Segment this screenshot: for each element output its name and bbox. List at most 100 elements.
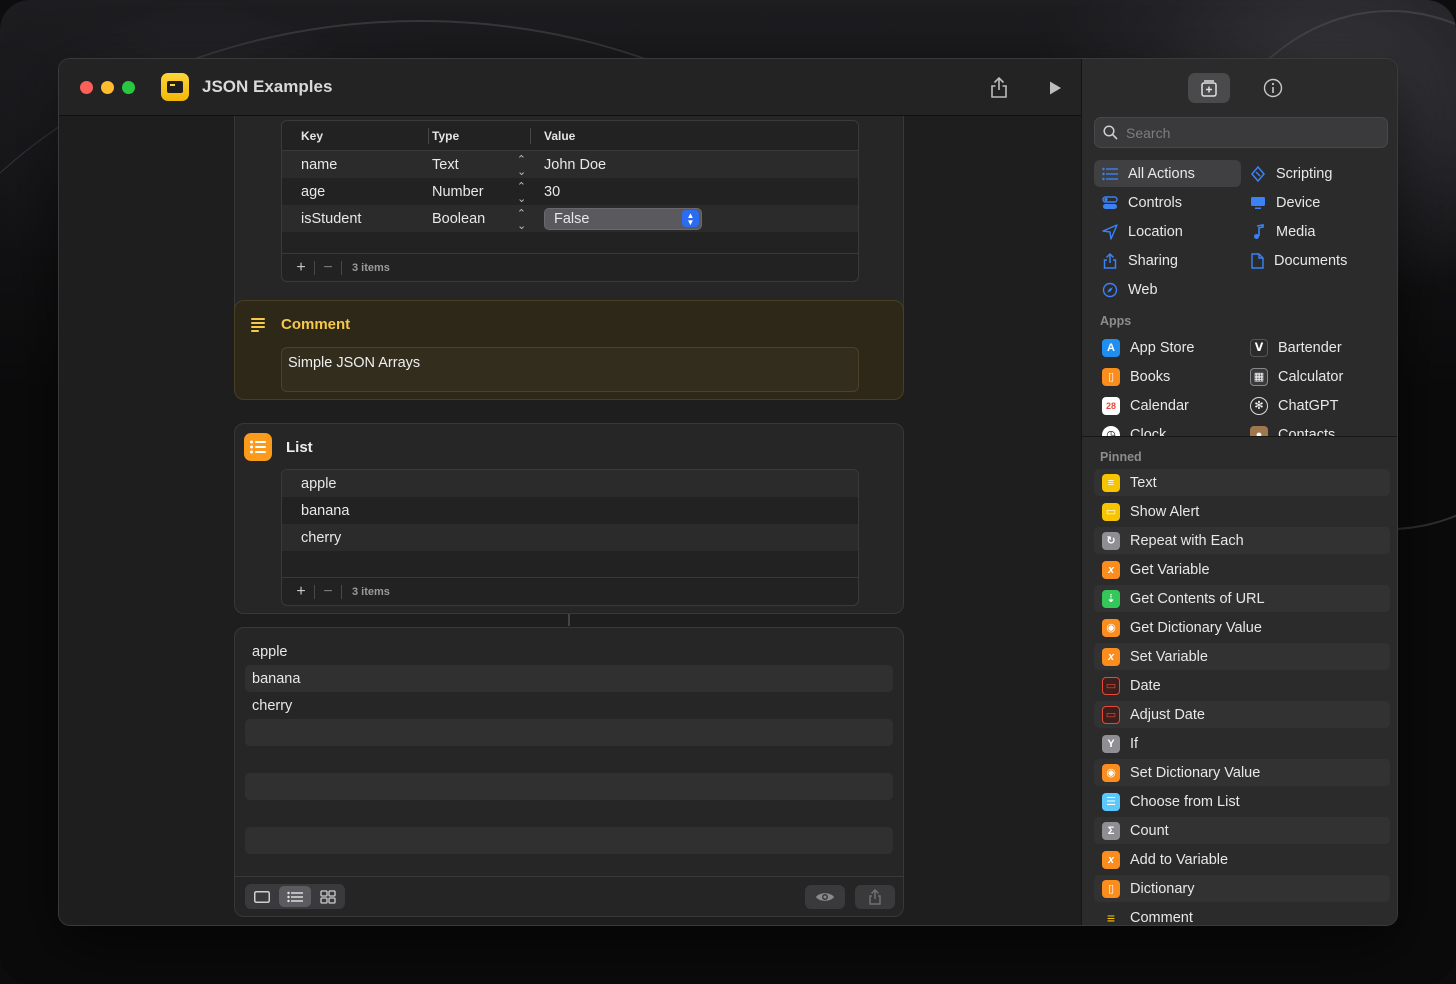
sidebar-tabs [1082, 59, 1397, 116]
app-label: Books [1130, 368, 1171, 385]
pinned-action-get-variable[interactable]: x Get Variable [1094, 556, 1390, 583]
app-item-app-store[interactable]: A App Store [1102, 334, 1195, 361]
output-item[interactable]: apple [245, 638, 893, 665]
column-header-key[interactable]: Key [282, 121, 432, 150]
grid-view-button[interactable] [313, 886, 344, 907]
row-value[interactable]: 30 [534, 184, 560, 200]
pinned-action-get-dictionary-value[interactable]: ◉ Get Dictionary Value [1094, 614, 1390, 641]
pinned-action-repeat-with-each[interactable]: ↻ Repeat with Each [1094, 527, 1390, 554]
pinned-action-set-dictionary-value[interactable]: ◉ Set Dictionary Value [1094, 759, 1390, 786]
category-device[interactable]: Device [1242, 189, 1320, 216]
category-label: Sharing [1128, 252, 1178, 269]
pinned-action-choose-from-list[interactable]: ☰ Choose from List [1094, 788, 1390, 815]
search-input[interactable] [1126, 124, 1376, 141]
variable-icon: x [1102, 850, 1120, 869]
app-item-books[interactable]: ▯ Books [1102, 363, 1170, 390]
app-item-contacts[interactable]: ● Contacts [1250, 421, 1335, 436]
list-item[interactable]: banana [282, 497, 858, 524]
category-media[interactable]: Media [1242, 218, 1316, 245]
app-item-bartender[interactable]: ᐯ Bartender [1250, 334, 1342, 361]
scripting-icon [1251, 165, 1265, 182]
pinned-action-add-to-variable[interactable]: x Add to Variable [1094, 846, 1390, 873]
row-key[interactable]: name [282, 157, 432, 173]
comment-action-card[interactable]: Comment Simple JSON Arrays [234, 300, 904, 400]
output-item[interactable]: banana [245, 665, 893, 692]
row-type-picker[interactable]: Number ⌃ ⌃ [432, 181, 534, 203]
add-item-button[interactable]: + [288, 583, 314, 601]
list-view-button[interactable] [279, 886, 311, 907]
table-row[interactable]: isStudent Boolean ⌃ ⌃ False ▲ ▼ [282, 205, 858, 232]
row-type-picker[interactable]: Text ⌃ ⌃ [432, 154, 534, 176]
pinned-action-dictionary[interactable]: ▯ Dictionary [1094, 875, 1390, 902]
category-controls[interactable]: Controls [1094, 189, 1182, 216]
table-row[interactable]: age Number ⌃ ⌃ 30 [282, 178, 858, 205]
search-field[interactable] [1094, 117, 1388, 148]
pinned-action-if[interactable]: Y If [1094, 730, 1390, 757]
monitor-icon [1251, 196, 1265, 209]
pinned-action-date[interactable]: ▭ Date [1094, 672, 1390, 699]
action-label: Get Variable [1130, 561, 1210, 578]
list-action-card[interactable]: List apple banana cherry + − 3 items [234, 423, 904, 614]
minimize-window-button[interactable] [101, 80, 114, 94]
dictionary-action-card: Key Type Value name Text ⌃⌃ John Doe ag [234, 109, 904, 327]
app-item-chatgpt[interactable]: ✻ ChatGPT [1250, 392, 1338, 419]
row-value[interactable]: John Doe [534, 157, 606, 173]
comment-icon: ≡ [1106, 909, 1116, 926]
output-toolbar [235, 876, 903, 916]
pinned-action-get-contents-of-url[interactable]: ⇣ Get Contents of URL [1094, 585, 1390, 612]
table-row[interactable]: name Text ⌃ ⌃ John Doe [282, 151, 858, 178]
grid-view-icon [320, 889, 336, 904]
action-library-tab[interactable] [1187, 72, 1230, 103]
action-label: Set Variable [1130, 648, 1208, 665]
remove-row-button[interactable]: − [315, 259, 341, 277]
app-label: Clock [1130, 426, 1167, 437]
pinned-action-comment[interactable]: ≡ Comment [1094, 904, 1390, 926]
category-label: All Actions [1128, 165, 1195, 182]
pinned-action-text[interactable]: ≡ Text [1094, 469, 1390, 496]
action-label: Get Dictionary Value [1130, 619, 1262, 636]
list-item[interactable]: cherry [282, 524, 858, 551]
row-type: Boolean [432, 210, 486, 227]
contacts-icon: ● [1250, 425, 1268, 436]
row-type-picker[interactable]: Boolean ⌃ ⌃ [432, 208, 534, 230]
category-location[interactable]: Location [1094, 218, 1183, 245]
category-sharing[interactable]: Sharing [1094, 247, 1178, 274]
share-output-button[interactable] [855, 885, 895, 909]
action-label: Set Dictionary Value [1130, 764, 1261, 781]
category-all-actions[interactable]: All Actions [1094, 160, 1241, 187]
single-view-button[interactable] [246, 886, 277, 907]
window-title[interactable]: JSON Examples [202, 77, 332, 97]
pinned-action-set-variable[interactable]: x Set Variable [1094, 643, 1390, 670]
pinned-action-count[interactable]: Σ Count [1094, 817, 1390, 844]
list-item[interactable]: apple [282, 470, 858, 497]
pinned-action-adjust-date[interactable]: ▭ Adjust Date [1094, 701, 1390, 728]
share-button[interactable] [987, 76, 1011, 100]
remove-item-button[interactable]: − [315, 583, 341, 601]
shortcut-details-tab[interactable] [1252, 73, 1294, 103]
column-header-type[interactable]: Type [428, 121, 534, 150]
shortcut-icon[interactable] [161, 73, 189, 101]
category-scripting[interactable]: Scripting [1242, 160, 1332, 187]
dictionary-icon: ◉ [1102, 763, 1120, 782]
category-web[interactable]: Web [1094, 276, 1158, 303]
add-row-button[interactable]: + [288, 259, 314, 277]
app-item-clock[interactable]: ◷ Clock [1102, 421, 1166, 436]
action-label: Count [1130, 822, 1169, 839]
quick-look-button[interactable] [805, 885, 845, 909]
app-item-calendar[interactable]: 28 Calendar [1102, 392, 1189, 419]
zoom-window-button[interactable] [122, 80, 135, 94]
run-button[interactable] [1043, 76, 1067, 100]
output-item[interactable]: cherry [245, 692, 893, 719]
share-icon [991, 76, 1007, 98]
pinned-action-show-alert[interactable]: ▭ Show Alert [1094, 498, 1390, 525]
empty-row [245, 827, 893, 854]
app-item-calculator[interactable]: ▦ Calculator [1250, 363, 1343, 390]
boolean-value-popup[interactable]: False ▲ ▼ [544, 207, 702, 230]
close-window-button[interactable] [80, 80, 93, 94]
category-documents[interactable]: Documents [1242, 247, 1347, 274]
row-key[interactable]: age [282, 184, 432, 200]
column-header-value[interactable]: Value [529, 121, 575, 150]
category-label: Scripting [1276, 165, 1333, 182]
comment-text-field[interactable]: Simple JSON Arrays [281, 347, 859, 392]
row-key[interactable]: isStudent [282, 211, 432, 227]
